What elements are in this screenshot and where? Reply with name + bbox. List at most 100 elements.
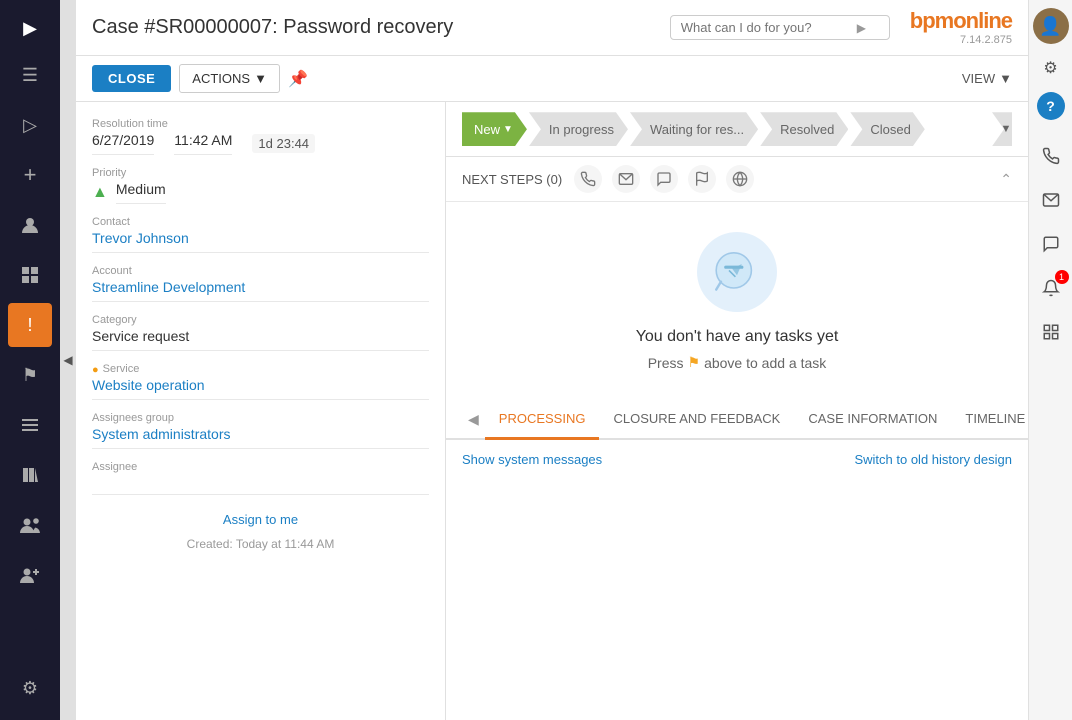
stage-resolved-label: Resolved [780, 122, 834, 137]
sidebar-item-dashboard[interactable] [8, 253, 52, 297]
tab-case-information-label: CASE INFORMATION [808, 411, 937, 426]
created-info: Created: Today at 11:44 AM [92, 537, 429, 551]
empty-state-prefix: Press [648, 355, 684, 371]
contact-label: Contact [92, 216, 429, 228]
assign-me-link[interactable]: Assign to me [223, 512, 298, 527]
tab-actions-bar: Show system messages Switch to old histo… [462, 452, 1012, 467]
next-steps-collapse-icon[interactable]: ⌃ [1000, 171, 1012, 188]
notifications-icon[interactable]: 1 [1031, 268, 1071, 308]
close-button[interactable]: CLOSE [92, 65, 171, 92]
empty-state-subtitle: Press ⚑ above to add a task [648, 354, 827, 371]
next-step-globe-icon[interactable] [726, 165, 754, 193]
service-group: ● Service Website operation [92, 363, 429, 400]
priority-arrow-icon: ▲ [92, 184, 108, 202]
sidebar-item-team[interactable] [8, 503, 52, 547]
stage-new[interactable]: New ▼ [462, 112, 527, 146]
sidebar-item-add[interactable]: + [8, 153, 52, 197]
category-group: Category Service request [92, 314, 429, 351]
service-value[interactable]: Website operation [92, 377, 429, 400]
tabs-bar: ◀ PROCESSING CLOSURE AND FEEDBACK CASE I… [446, 401, 1028, 440]
chat-icon[interactable] [1031, 224, 1071, 264]
sidebar-item-menu[interactable]: ☰ [8, 53, 52, 97]
content-area: Resolution time 6/27/2019 11:42 AM 1d 23… [76, 102, 1028, 720]
stage-resolved[interactable]: Resolved [760, 112, 848, 146]
notifications-badge: 1 [1055, 270, 1069, 284]
stage-bar: New ▼ In progress Waiting for res... Res… [446, 102, 1028, 157]
page-title: Case #SR00000007: Password recovery [92, 16, 658, 39]
view-label: VIEW [962, 71, 995, 86]
priority-label: Priority [92, 167, 429, 179]
contact-group: Contact Trevor Johnson [92, 216, 429, 253]
service-warning-icon: ● [92, 364, 99, 376]
next-step-phone-icon[interactable] [574, 165, 602, 193]
empty-state: You don't have any tasks yet Press ⚑ abo… [446, 202, 1028, 401]
search-arrow-icon: ▶ [857, 21, 866, 35]
search-input[interactable] [681, 20, 851, 35]
search-box[interactable]: ▶ [670, 15, 890, 40]
tab-processing[interactable]: PROCESSING [485, 401, 600, 440]
contact-value[interactable]: Trevor Johnson [92, 230, 429, 253]
view-button[interactable]: VIEW ▼ [962, 71, 1012, 86]
sidebar-item-contacts[interactable] [8, 203, 52, 247]
resolution-time-val: 11:42 AM [174, 132, 232, 155]
tab-prev-arrow[interactable]: ◀ [462, 401, 485, 438]
topbar: Case #SR00000007: Password recovery ▶ bp… [76, 0, 1028, 56]
sidebar-item-person-plus[interactable] [8, 553, 52, 597]
switch-design-link[interactable]: Switch to old history design [854, 452, 1012, 467]
assignees-group-value[interactable]: System administrators [92, 426, 429, 449]
email-icon[interactable] [1031, 180, 1071, 220]
assignee-group: Assignee [92, 461, 429, 495]
actions-chevron-icon: ▼ [254, 71, 267, 86]
sidebar-toggle[interactable]: ▶ [15, 10, 45, 47]
category-label: Category [92, 314, 429, 326]
next-step-email-icon[interactable] [612, 165, 640, 193]
resolution-timer: 1d 23:44 [252, 134, 315, 153]
gear-icon[interactable]: ⚙ [1031, 48, 1071, 88]
sidebar-item-flags[interactable]: ⚑ [8, 353, 52, 397]
right-sidebar: 👤 ⚙ ? 1 [1028, 0, 1072, 720]
user-avatar[interactable]: 👤 [1033, 8, 1069, 44]
grid-icon[interactable] [1031, 312, 1071, 352]
tab-closure-feedback-label: CLOSURE AND FEEDBACK [613, 411, 780, 426]
stage-new-dropdown-icon: ▼ [503, 124, 513, 135]
next-step-chat-icon[interactable] [650, 165, 678, 193]
sidebar-item-process[interactable]: ▷ [8, 103, 52, 147]
action-bar: CLOSE ACTIONS ▼ 📌 VIEW ▼ [76, 56, 1028, 102]
pin-icon[interactable]: 📌 [288, 69, 308, 89]
assignees-group-label: Assignees group [92, 412, 429, 424]
next-step-flag-icon[interactable] [688, 165, 716, 193]
stage-more-dropdown[interactable]: ▼ [992, 112, 1012, 146]
empty-state-title: You don't have any tasks yet [636, 328, 839, 346]
assignee-value [92, 475, 429, 495]
assignees-group: Assignees group System administrators [92, 412, 429, 449]
sidebar-item-settings[interactable]: ⚙ [8, 666, 52, 710]
account-value[interactable]: Streamline Development [92, 279, 429, 302]
actions-button[interactable]: ACTIONS ▼ [179, 64, 280, 93]
stage-closed[interactable]: Closed [850, 112, 924, 146]
resolution-time-label: Resolution time [92, 118, 429, 130]
resolution-date: 6/27/2019 [92, 132, 154, 155]
help-icon[interactable]: ? [1037, 92, 1065, 120]
main-area: Case #SR00000007: Password recovery ▶ bp… [76, 0, 1028, 720]
sidebar-item-tasks[interactable] [8, 403, 52, 447]
sidebar-item-alerts[interactable]: ! [8, 303, 52, 347]
category-value: Service request [92, 328, 429, 351]
stage-waiting[interactable]: Waiting for res... [630, 112, 758, 146]
stage-in-progress-label: In progress [549, 122, 614, 137]
show-system-messages-link[interactable]: Show system messages [462, 452, 602, 467]
priority-group: Priority ▲ Medium [92, 167, 429, 204]
brand-version: 7.14.2.875 [960, 34, 1012, 47]
stage-in-progress[interactable]: In progress [529, 112, 628, 146]
stage-waiting-label: Waiting for res... [650, 122, 744, 137]
priority-value: Medium [116, 181, 166, 204]
tab-case-information[interactable]: CASE INFORMATION [794, 401, 951, 440]
tab-timeline[interactable]: TIMELINE [951, 401, 1028, 440]
account-label: Account [92, 265, 429, 277]
tab-closure-feedback[interactable]: CLOSURE AND FEEDBACK [599, 401, 794, 440]
sidebar-item-library[interactable] [8, 453, 52, 497]
collapse-icon: ◀ [63, 353, 72, 367]
next-steps-bar: NEXT STEPS (0) [446, 157, 1028, 202]
empty-state-suffix: above to add a task [704, 355, 826, 371]
collapse-tab[interactable]: ◀ [60, 0, 76, 720]
phone-icon[interactable] [1031, 136, 1071, 176]
